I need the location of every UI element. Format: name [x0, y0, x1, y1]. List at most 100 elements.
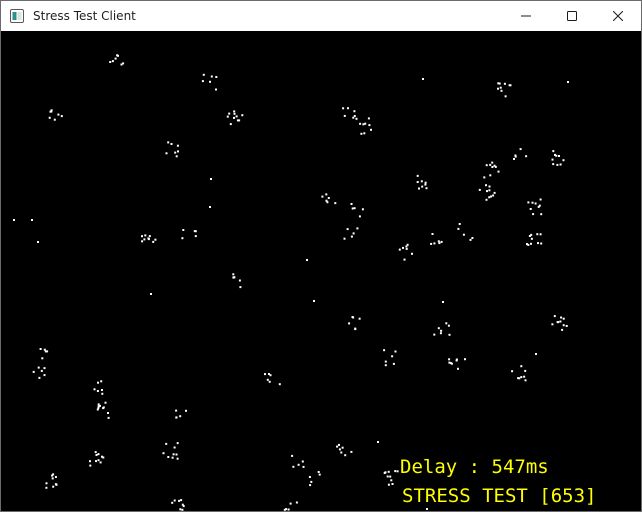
particle-dot: [93, 388, 96, 391]
particle-dot: [336, 445, 339, 448]
particle-dot: [418, 187, 420, 190]
particle-dot: [95, 454, 98, 456]
particle-dot: [534, 202, 537, 205]
particle-dot: [38, 376, 41, 379]
minimize-button[interactable]: [503, 1, 549, 31]
particle-dot: [358, 215, 361, 218]
particle-dot: [392, 362, 395, 365]
title-bar[interactable]: Stress Test Client: [1, 1, 641, 31]
particle-dot: [101, 389, 103, 391]
particle-dot: [31, 219, 33, 221]
particle-dot: [94, 451, 97, 454]
particle-dot: [340, 451, 343, 454]
particle-dot: [562, 317, 565, 320]
particle-dot: [95, 460, 97, 463]
particle-dot: [104, 401, 107, 404]
particle-dot: [491, 166, 494, 168]
particle-dot: [114, 57, 117, 60]
particle-dot: [514, 155, 517, 158]
particle-dot: [40, 369, 43, 372]
particle-dot: [368, 124, 371, 127]
particle-dot: [51, 477, 54, 480]
particle-dot: [361, 208, 364, 211]
particle-dot: [402, 246, 404, 249]
particle-dot: [235, 115, 238, 118]
particle-dot: [170, 143, 173, 145]
particle-dot: [202, 73, 205, 76]
particle-dot: [141, 235, 143, 238]
particle-dot: [353, 115, 356, 117]
particle-dot: [350, 450, 353, 453]
particle-dot: [210, 178, 212, 180]
particle-dot: [350, 203, 353, 205]
particle-dot: [442, 301, 444, 303]
particle-dot: [552, 163, 555, 166]
particle-dot: [354, 327, 357, 330]
particle-dot: [433, 242, 436, 245]
particle-dot: [485, 164, 488, 167]
render-canvas[interactable]: Delay : 547ms STRESS TEST [653]: [1, 31, 641, 511]
particle-dot: [537, 242, 539, 245]
particle-dot: [377, 441, 379, 443]
particle-dot: [524, 379, 527, 382]
particle-dot: [175, 453, 178, 456]
close-button[interactable]: [595, 1, 641, 31]
particle-dot: [165, 152, 168, 155]
particle-dot: [179, 508, 182, 511]
particle-dot: [383, 472, 386, 474]
particle-dot: [229, 123, 232, 126]
particle-dot: [89, 460, 91, 463]
particle-dot: [308, 476, 311, 478]
particle-dot: [462, 233, 465, 236]
particle-dot: [527, 201, 530, 204]
particle-dot: [536, 233, 539, 236]
particle-dot: [518, 377, 521, 380]
particle-dot: [431, 233, 434, 235]
particle-dot: [52, 485, 55, 488]
particle-dot: [491, 161, 494, 164]
particle-dot: [172, 453, 175, 456]
particle-dot: [209, 206, 211, 208]
particle-dot: [176, 144, 179, 147]
maximize-button[interactable]: [549, 1, 595, 31]
app-window-icon: [9, 8, 25, 24]
particle-dot: [292, 465, 295, 468]
particle-dot: [485, 198, 488, 201]
particle-dot: [384, 360, 387, 363]
particle-dot: [391, 483, 394, 485]
particle-dot: [37, 241, 39, 243]
particle-dot: [154, 238, 157, 241]
particle-dot: [488, 189, 491, 192]
particle-dot: [437, 327, 440, 330]
particle-dot: [448, 358, 451, 361]
particle-dot: [448, 333, 451, 336]
particle-dot: [167, 141, 170, 144]
particle-dot: [551, 323, 554, 326]
particle-dot: [264, 373, 266, 376]
particle-dot: [181, 503, 184, 506]
particle-dot: [209, 80, 211, 83]
particle-dot: [538, 204, 541, 207]
particle-dot: [493, 191, 496, 194]
particle-dot: [403, 258, 406, 261]
particle-dot: [519, 148, 522, 151]
particle-dot: [44, 350, 47, 353]
particle-dot: [236, 119, 239, 122]
particle-dot: [558, 155, 560, 157]
particle-dot: [562, 159, 565, 162]
particle-dot: [283, 508, 286, 511]
particle-dot: [485, 184, 487, 187]
particle-dot: [100, 380, 103, 383]
particle-dot: [338, 443, 340, 446]
particle-dot: [567, 81, 569, 83]
particle-dot: [559, 163, 562, 166]
particle-dot: [552, 150, 555, 153]
particle-dot: [503, 82, 506, 85]
particle-dot: [97, 453, 100, 456]
particle-dot: [194, 235, 197, 238]
particle-dot: [233, 110, 236, 113]
particle-dot: [50, 109, 53, 112]
particle-dot: [488, 196, 491, 199]
particle-dot: [494, 165, 497, 168]
particle-dot: [107, 416, 110, 419]
